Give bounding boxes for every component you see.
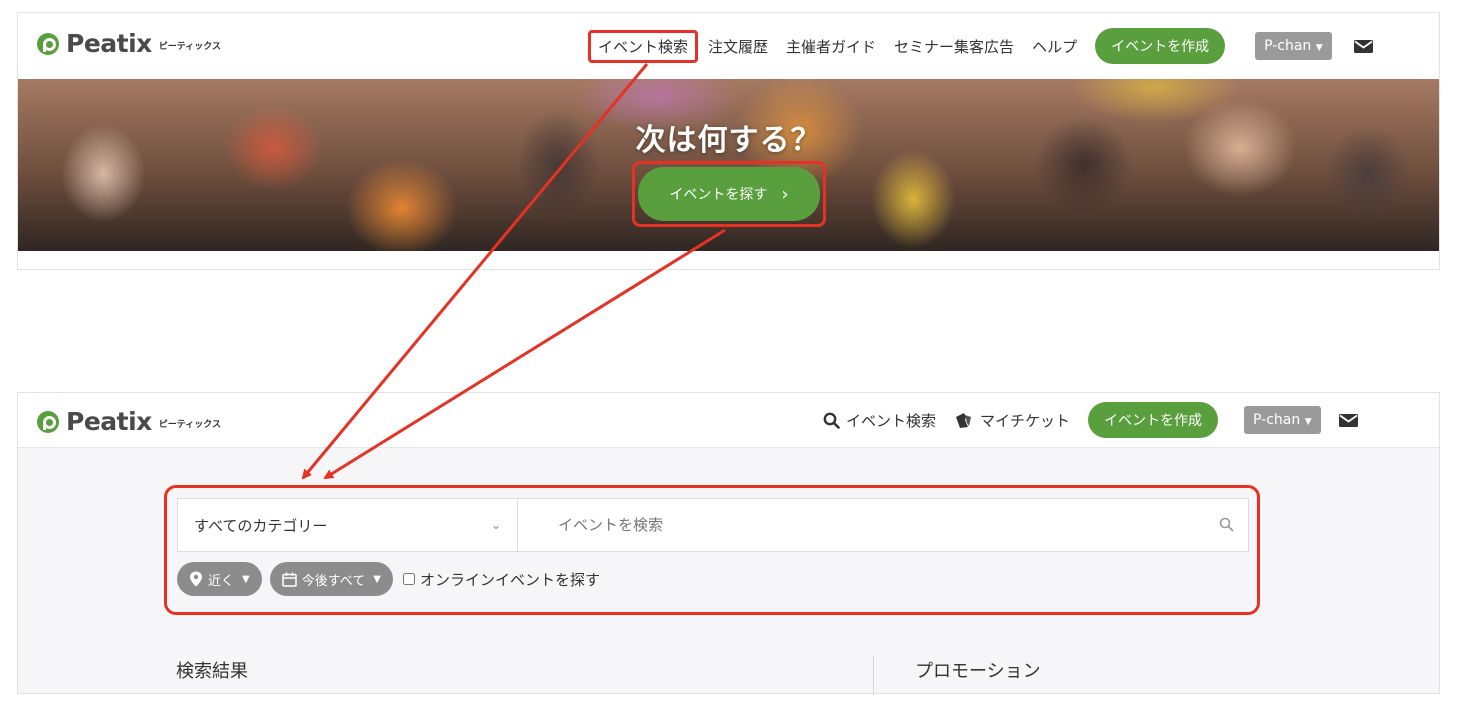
top-screenshot: Peatix ピーティックス イベント検索 注文履歴 主催者ガイド セミナー集客… xyxy=(17,12,1440,270)
hero-banner: 次は何する？ イベントを探す › xyxy=(18,79,1439,251)
find-events-button[interactable]: イベントを探す › xyxy=(638,167,820,221)
user-menu-button[interactable]: P-chan ▼ xyxy=(1244,406,1321,434)
bottom-nav: イベント検索 マイチケット イベントを作成 P-chan ▼ xyxy=(823,393,1358,447)
top-nav: イベント検索 注文履歴 主催者ガイド セミナー集客広告 ヘルプ イベントを作成 … xyxy=(588,13,1373,79)
location-pin-icon xyxy=(190,571,202,587)
category-value: すべてのカテゴリー xyxy=(194,516,328,535)
chevron-right-icon: › xyxy=(781,183,789,205)
logo-text: Peatix xyxy=(66,29,152,58)
date-filter[interactable]: 今後すべて ▼ xyxy=(269,562,393,596)
nav-my-tickets[interactable]: マイチケット xyxy=(954,410,1070,431)
nav-help[interactable]: ヘルプ xyxy=(1032,36,1077,57)
chevron-down-icon: ▼ xyxy=(1315,43,1323,53)
promotion-heading: プロモーション xyxy=(915,661,1041,682)
mail-icon[interactable] xyxy=(1353,39,1373,53)
hero-button-highlight: イベントを探す › xyxy=(632,161,826,227)
chevron-down-icon: ▼ xyxy=(242,573,250,585)
user-name: P-chan xyxy=(1264,38,1312,54)
online-events-option[interactable]: オンラインイベントを探す xyxy=(403,569,600,590)
filter-row: 近く ▼ 今後すべて ▼ オンラインイベントを探す xyxy=(177,562,600,596)
date-filter-label: 今後すべて xyxy=(301,573,366,589)
bottom-screenshot: Peatix ピーティックス イベント検索 マイチケット イベントを作成 P-c… xyxy=(17,392,1440,695)
chevron-down-icon: ⌄ xyxy=(490,518,501,532)
chevron-down-icon: ▼ xyxy=(1304,417,1312,427)
nav-event-search[interactable]: イベント検索 xyxy=(823,410,936,431)
find-events-label: イベントを探す xyxy=(669,187,768,203)
results-heading: 検索結果 xyxy=(176,661,248,682)
location-filter-label: 近く xyxy=(208,573,235,589)
top-header: Peatix ピーティックス イベント検索 注文履歴 主催者ガイド セミナー集客… xyxy=(18,13,1439,79)
user-name: P-chan xyxy=(1253,412,1301,428)
calendar-icon xyxy=(281,572,297,587)
column-divider xyxy=(873,655,874,695)
peatix-logo-icon xyxy=(37,410,59,433)
location-filter[interactable]: 近く ▼ xyxy=(177,562,262,596)
nav-event-search-label: イベント検索 xyxy=(846,411,937,430)
search-bar: すべてのカテゴリー ⌄ xyxy=(177,498,1249,552)
nav-event-search[interactable]: イベント検索 xyxy=(588,29,699,63)
logo-subtext: ピーティックス xyxy=(158,420,221,430)
logo-subtext: ピーティックス xyxy=(158,42,221,52)
peatix-logo[interactable]: Peatix ピーティックス xyxy=(37,29,221,58)
hero-title: 次は何する？ xyxy=(635,123,822,158)
search-icon xyxy=(823,412,840,429)
bottom-header: Peatix ピーティックス イベント検索 マイチケット イベントを作成 P-c… xyxy=(18,393,1439,448)
search-area-highlight: すべてのカテゴリー ⌄ 近く ▼ 今後すべて ▼ オンラインイベントを探す xyxy=(164,485,1260,615)
ticket-icon xyxy=(956,413,972,428)
peatix-logo-icon xyxy=(37,32,59,55)
search-icon[interactable] xyxy=(1219,517,1234,532)
peatix-logo[interactable]: Peatix ピーティックス xyxy=(37,407,221,436)
chevron-down-icon: ▼ xyxy=(373,573,381,585)
create-event-button[interactable]: イベントを作成 xyxy=(1088,402,1219,438)
event-search-input[interactable] xyxy=(518,499,1248,551)
user-menu-button[interactable]: P-chan ▼ xyxy=(1255,32,1332,60)
online-events-label: オンラインイベントを探す xyxy=(420,570,601,589)
nav-my-tickets-label: マイチケット xyxy=(980,411,1071,430)
online-events-checkbox[interactable] xyxy=(403,573,415,585)
logo-text: Peatix xyxy=(66,407,152,436)
nav-seminar-ads[interactable]: セミナー集客広告 xyxy=(894,36,1014,57)
nav-order-history[interactable]: 注文履歴 xyxy=(708,36,768,57)
create-event-button[interactable]: イベントを作成 xyxy=(1095,28,1226,64)
nav-organizer-guide[interactable]: 主催者ガイド xyxy=(786,36,876,57)
category-select[interactable]: すべてのカテゴリー ⌄ xyxy=(178,499,518,551)
mail-icon[interactable] xyxy=(1338,413,1358,427)
